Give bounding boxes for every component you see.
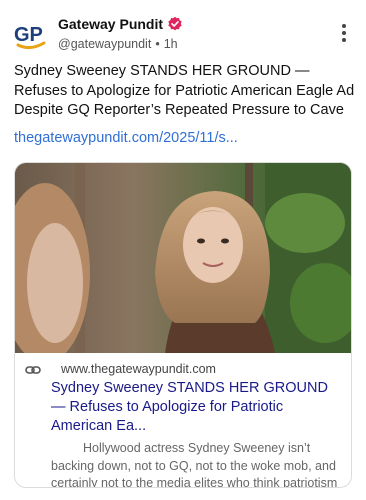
post-link[interactable]: thegatewaypundit.com/2025/11/s... — [14, 130, 238, 146]
timestamp[interactable]: 1h — [164, 37, 178, 51]
author-name[interactable]: Gateway Pundit — [58, 16, 163, 32]
author-block: Gateway Pundit @gatewaypundit • 1h — [58, 16, 183, 51]
card-title[interactable]: Sydney Sweeney STANDS HER GROUND — Refus… — [51, 379, 343, 436]
post-text: Sydney Sweeney STANDS HER GROUND — Refus… — [14, 63, 355, 118]
card-description: Hollywood actress Sydney Sweeney isn’t b… — [51, 441, 338, 488]
meta-separator: • — [155, 37, 160, 51]
link-icon — [25, 366, 41, 374]
author-name-row[interactable]: Gateway Pundit — [58, 16, 183, 32]
gp-logo-icon: GP — [14, 24, 46, 50]
avatar[interactable]: GP — [12, 16, 48, 52]
card-domain[interactable]: www.thegatewaypundit.com — [61, 362, 216, 376]
card-body: www.thegatewaypundit.com Sydney Sweeney … — [15, 357, 351, 488]
card-image[interactable] — [15, 163, 352, 353]
post-header: GP Gateway Pundit @gatewaypundit • 1h — [12, 14, 354, 54]
post-meta: @gatewaypundit • 1h — [58, 37, 183, 51]
more-vertical-icon[interactable] — [336, 22, 352, 44]
card-domain-row: www.thegatewaypundit.com — [25, 361, 343, 379]
handle[interactable]: @gatewaypundit — [58, 37, 151, 51]
verified-badge-icon — [168, 16, 182, 31]
link-preview-card[interactable]: www.thegatewaypundit.com Sydney Sweeney … — [14, 162, 352, 488]
logo-text: GP — [14, 24, 43, 46]
